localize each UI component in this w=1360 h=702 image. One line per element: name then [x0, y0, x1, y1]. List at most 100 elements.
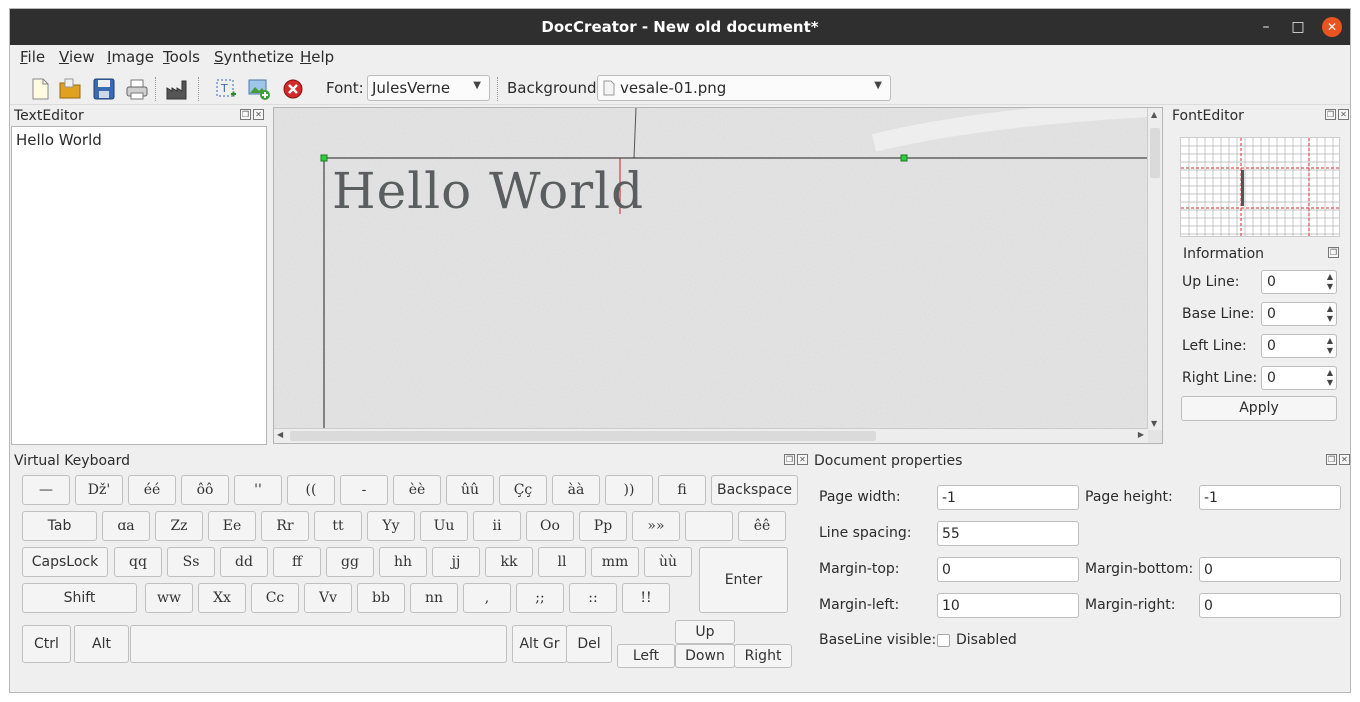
key[interactable]: — — [22, 475, 70, 505]
key[interactable]: Ee — [208, 511, 256, 541]
float-icon[interactable]: ❐ — [1326, 454, 1337, 465]
key[interactable]: qq — [114, 547, 162, 577]
scroll-right-icon[interactable]: ▶ — [1138, 430, 1144, 439]
margin-top-input[interactable]: 0 — [937, 557, 1079, 582]
base-line-spinbox[interactable]: 0 ▲ ▼ — [1261, 302, 1337, 326]
key[interactable]: '' — [234, 475, 282, 505]
key[interactable]: tt — [314, 511, 362, 541]
text-block-icon[interactable]: T — [214, 77, 238, 101]
down-key[interactable]: Down — [675, 644, 735, 668]
backspace-key[interactable]: Backspace — [711, 475, 798, 505]
horizontal-scrollbar[interactable]: ◀ ▶ — [274, 428, 1148, 443]
ctrl-key[interactable]: Ctrl — [22, 625, 71, 663]
key[interactable]: Ss — [167, 547, 215, 577]
key[interactable]: - — [340, 475, 388, 505]
menu-file[interactable]: File — [20, 48, 45, 66]
scroll-left-icon[interactable]: ◀ — [277, 430, 283, 439]
spin-arrows-icon[interactable]: ▲ ▼ — [1327, 272, 1333, 292]
menu-image[interactable]: Image — [107, 48, 154, 66]
close-icon[interactable]: ✕ — [1322, 17, 1342, 37]
key[interactable]: ɑa — [102, 511, 150, 541]
page-height-input[interactable]: -1 — [1199, 485, 1341, 510]
open-folder-icon[interactable] — [58, 77, 82, 101]
key[interactable]: àà — [552, 475, 600, 505]
menu-help[interactable]: Help — [300, 48, 334, 66]
baseline-visible-checkbox[interactable] — [937, 634, 950, 647]
key[interactable]: Oo — [526, 511, 574, 541]
key[interactable]: gg — [326, 547, 374, 577]
key[interactable]: ûû — [446, 475, 494, 505]
horizontal-scroll-thumb[interactable] — [290, 431, 876, 441]
left-line-spinbox[interactable]: 0 ▲ ▼ — [1261, 334, 1337, 358]
font-select[interactable]: JulesVerne ▼ — [367, 75, 490, 101]
key[interactable]: (( — [287, 475, 335, 505]
scroll-up-icon[interactable]: ▲ — [1151, 110, 1157, 119]
right-key[interactable]: Right — [734, 644, 792, 668]
key[interactable]: )) — [605, 475, 653, 505]
key[interactable]: ôô — [181, 475, 229, 505]
key[interactable]: , — [463, 583, 511, 613]
float-icon[interactable]: ❐ — [1325, 109, 1336, 120]
alt-gr-key[interactable]: Alt Gr — [512, 625, 567, 663]
key[interactable]: ;; — [516, 583, 564, 613]
key[interactable]: bb — [357, 583, 405, 613]
apply-button[interactable]: Apply — [1181, 396, 1337, 421]
key[interactable]: fi — [658, 475, 706, 505]
margin-bottom-input[interactable]: 0 — [1199, 557, 1341, 582]
line-spacing-input[interactable]: 55 — [937, 521, 1079, 546]
key[interactable]: Pp — [579, 511, 627, 541]
key[interactable]: Cc — [251, 583, 299, 613]
minimize-icon[interactable]: – — [1256, 17, 1276, 37]
key[interactable] — [685, 511, 733, 541]
capslock-key[interactable]: CapsLock — [22, 547, 108, 577]
key[interactable]: Vv — [304, 583, 352, 613]
tab-key[interactable]: Tab — [22, 511, 97, 541]
key[interactable]: ùù — [644, 547, 692, 577]
key[interactable]: ǅ' — [75, 475, 123, 505]
canvas-text[interactable]: Hello World — [332, 162, 644, 220]
right-line-spinbox[interactable]: 0 ▲ ▼ — [1261, 366, 1337, 390]
document-canvas[interactable]: Hello World ▲ ▼ ◀ ▶ — [273, 107, 1163, 444]
print-icon[interactable] — [125, 77, 149, 101]
close-icon[interactable]: ✕ — [253, 109, 264, 120]
float-icon[interactable]: ❐ — [1328, 247, 1339, 258]
key[interactable]: kk — [485, 547, 533, 577]
scroll-down-icon[interactable]: ▼ — [1151, 419, 1157, 428]
factory-icon[interactable] — [165, 77, 189, 101]
key[interactable]: dd — [220, 547, 268, 577]
spin-arrows-icon[interactable]: ▲ ▼ — [1327, 336, 1333, 356]
close-icon[interactable]: ✕ — [1339, 454, 1350, 465]
key[interactable]: èè — [393, 475, 441, 505]
menu-tools[interactable]: Tools — [163, 48, 200, 66]
key[interactable]: Yy — [367, 511, 415, 541]
save-icon[interactable] — [92, 77, 116, 101]
close-icon[interactable]: ✕ — [1338, 109, 1349, 120]
background-select[interactable]: vesale-01.png ▼ — [597, 75, 891, 101]
maximize-icon[interactable]: □ — [1288, 17, 1308, 37]
page-width-input[interactable]: -1 — [937, 485, 1079, 510]
float-icon[interactable]: ❐ — [784, 454, 795, 465]
key[interactable]: jj — [432, 547, 480, 577]
enter-key[interactable]: Enter — [699, 547, 788, 613]
spin-arrows-icon[interactable]: ▲ ▼ — [1327, 304, 1333, 324]
glyph-grid[interactable] — [1180, 137, 1340, 237]
new-document-icon[interactable] — [28, 77, 52, 101]
menu-view[interactable]: View — [59, 48, 95, 66]
shift-key[interactable]: Shift — [22, 583, 137, 613]
alt-key[interactable]: Alt — [74, 625, 129, 663]
key[interactable]: ww — [145, 583, 193, 613]
spin-arrows-icon[interactable]: ▲ ▼ — [1327, 368, 1333, 388]
left-key[interactable]: Left — [617, 644, 675, 668]
vertical-scrollbar[interactable]: ▲ ▼ — [1147, 108, 1162, 430]
key[interactable]: !! — [622, 583, 670, 613]
del-key[interactable]: Del — [566, 625, 612, 663]
key[interactable]: »» — [632, 511, 680, 541]
key[interactable]: Uu — [420, 511, 468, 541]
delete-icon[interactable] — [281, 77, 305, 101]
key[interactable]: êê — [738, 511, 786, 541]
key[interactable]: Çç — [499, 475, 547, 505]
key[interactable]: ii — [473, 511, 521, 541]
margin-right-input[interactable]: 0 — [1199, 593, 1341, 618]
vertical-scroll-thumb[interactable] — [1150, 128, 1160, 178]
spacebar-key[interactable] — [130, 625, 507, 663]
